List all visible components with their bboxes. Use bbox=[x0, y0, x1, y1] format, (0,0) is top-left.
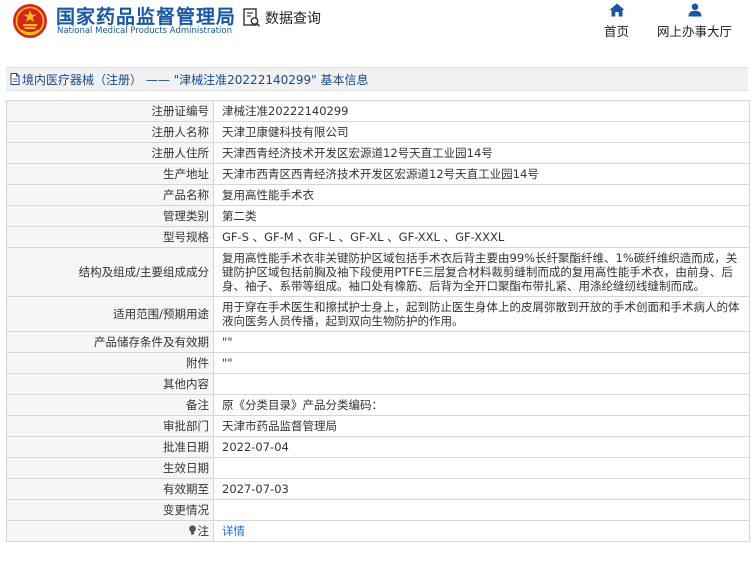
table-row-valid-until: 有效期至 2027-07-03 bbox=[6, 478, 750, 500]
valid-until-value: 2027-07-03 bbox=[213, 478, 750, 500]
data-query-label: 数据查询 bbox=[265, 11, 321, 27]
table-row-other: 其他内容 bbox=[6, 373, 750, 395]
effective-date-value bbox=[213, 457, 750, 479]
table-row-product-name: 产品名称 复用高性能手术衣 bbox=[6, 184, 750, 206]
other-label: 其他内容 bbox=[6, 373, 214, 395]
reg-no-label: 注册证编号 bbox=[6, 100, 214, 122]
reg-no-value: 津械注准20222140299 bbox=[213, 100, 750, 122]
table-row-usage: 适用范围/预期用途 用于穿在手术医生和擦拭护士身上，起到防止医生身体上的皮屑弥散… bbox=[6, 296, 750, 332]
table-row-registrant: 注册人名称 天津卫康健科技有限公司 bbox=[6, 121, 750, 143]
models-value: GF-S 、GF-M 、GF-L 、GF-XL 、GF-XXL 、GF-XXXL bbox=[213, 226, 750, 248]
record-title: 境内医疗器械（注册） —— "津械注准20222140299" 基本信息 bbox=[22, 72, 369, 87]
table-row-reg-no: 注册证编号 津械注准20222140299 bbox=[6, 100, 750, 122]
models-label: 型号规格 bbox=[6, 226, 214, 248]
brand-title: 国家药品监督管理局 bbox=[56, 6, 237, 28]
nav-home[interactable]: 首页 bbox=[604, 3, 629, 40]
brand-subtitle: National Medical Products Administration bbox=[57, 26, 232, 36]
storage-label: 产品储存条件及有效期 bbox=[6, 331, 214, 353]
table-row-approval-dept: 审批部门 天津市药品监督管理局 bbox=[6, 415, 750, 437]
other-value bbox=[213, 373, 750, 395]
data-search-icon bbox=[243, 8, 261, 27]
table-row-changes: 变更情况 bbox=[6, 499, 750, 521]
table-row-prod-address: 生产地址 天津市西青区西青经济技术开发区宏源道12号天直工业园14号 bbox=[6, 163, 750, 185]
table-row-remark: 备注 原《分类目录》产品分类编码： bbox=[6, 394, 750, 416]
table-row-note: 注 详情 bbox=[6, 520, 750, 542]
approval-date-value: 2022-07-04 bbox=[213, 436, 750, 458]
product-name-value: 复用高性能手术衣 bbox=[213, 184, 750, 206]
storage-value: "" bbox=[213, 331, 750, 353]
nav-online-service-hall-label: 网上办事大厅 bbox=[657, 24, 733, 39]
registrant-label: 注册人名称 bbox=[6, 121, 214, 143]
structure-value: 复用高性能手术衣非关键防护区域包括手术衣后背主要由99%长纤聚酯纤维、1%碳纤维… bbox=[213, 247, 750, 297]
table-row-models: 型号规格 GF-S 、GF-M 、GF-L 、GF-XL 、GF-XXL 、GF… bbox=[6, 226, 750, 248]
record-detail-table: 注册证编号 津械注准20222140299 注册人名称 天津卫康健科技有限公司 … bbox=[6, 100, 750, 542]
changes-value bbox=[213, 499, 750, 521]
approval-dept-value: 天津市药品监督管理局 bbox=[213, 415, 750, 437]
usage-value: 用于穿在手术医生和擦拭护士身上，起到防止医生身体上的皮屑弥散到开放的手术创面和手… bbox=[213, 296, 750, 332]
table-row-reg-address: 注册人住所 天津西青经济技术开发区宏源道12号天直工业园14号 bbox=[6, 142, 750, 164]
site-header: 国家药品监督管理局 National Medical Products Admi… bbox=[0, 0, 752, 58]
record-title-bar: 境内医疗器械（注册） —— "津械注准20222140299" 基本信息 bbox=[6, 67, 748, 91]
usage-label: 适用范围/预期用途 bbox=[6, 296, 214, 332]
approval-date-label: 批准日期 bbox=[6, 436, 214, 458]
registrant-value: 天津卫康健科技有限公司 bbox=[213, 121, 750, 143]
attachment-value: "" bbox=[213, 352, 750, 374]
reg-address-value: 天津西青经济技术开发区宏源道12号天直工业园14号 bbox=[213, 142, 750, 164]
home-icon bbox=[609, 3, 624, 17]
effective-date-label: 生效日期 bbox=[6, 457, 214, 479]
national-emblem-icon bbox=[13, 4, 47, 38]
nav-home-label: 首页 bbox=[604, 24, 630, 39]
remark-value: 原《分类目录》产品分类编码： bbox=[213, 394, 750, 416]
lightbulb-icon bbox=[188, 525, 196, 535]
product-name-label: 产品名称 bbox=[6, 184, 214, 206]
reg-address-label: 注册人住所 bbox=[6, 142, 214, 164]
data-query-link[interactable]: 数据查询 bbox=[243, 7, 321, 29]
prod-address-label: 生产地址 bbox=[6, 163, 214, 185]
approval-dept-label: 审批部门 bbox=[6, 415, 214, 437]
table-row-attachment: 附件 "" bbox=[6, 352, 750, 374]
attachment-label: 附件 bbox=[6, 352, 214, 374]
category-label: 管理类别 bbox=[6, 205, 214, 227]
user-icon bbox=[688, 3, 701, 17]
note-value-cell: 详情 bbox=[213, 520, 750, 542]
table-row-category: 管理类别 第二类 bbox=[6, 205, 750, 227]
table-row-effective-date: 生效日期 bbox=[6, 457, 750, 479]
details-link[interactable]: 详情 bbox=[222, 524, 245, 538]
prod-address-value: 天津市西青区西青经济技术开发区宏源道12号天直工业园14号 bbox=[213, 163, 750, 185]
valid-until-label: 有效期至 bbox=[6, 478, 214, 500]
table-row-structure: 结构及组成/主要组成成分 复用高性能手术衣非关键防护区域包括手术衣后背主要由99… bbox=[6, 247, 750, 297]
structure-label: 结构及组成/主要组成成分 bbox=[6, 247, 214, 297]
table-row-storage: 产品储存条件及有效期 "" bbox=[6, 331, 750, 353]
note-label: 注 bbox=[197, 524, 210, 538]
table-row-approval-date: 批准日期 2022-07-04 bbox=[6, 436, 750, 458]
note-label-cell: 注 bbox=[6, 520, 214, 542]
document-icon bbox=[10, 73, 20, 85]
nav-online-service-hall[interactable]: 网上办事大厅 bbox=[657, 3, 732, 40]
changes-label: 变更情况 bbox=[6, 499, 214, 521]
category-value: 第二类 bbox=[213, 205, 750, 227]
remark-label: 备注 bbox=[6, 394, 214, 416]
